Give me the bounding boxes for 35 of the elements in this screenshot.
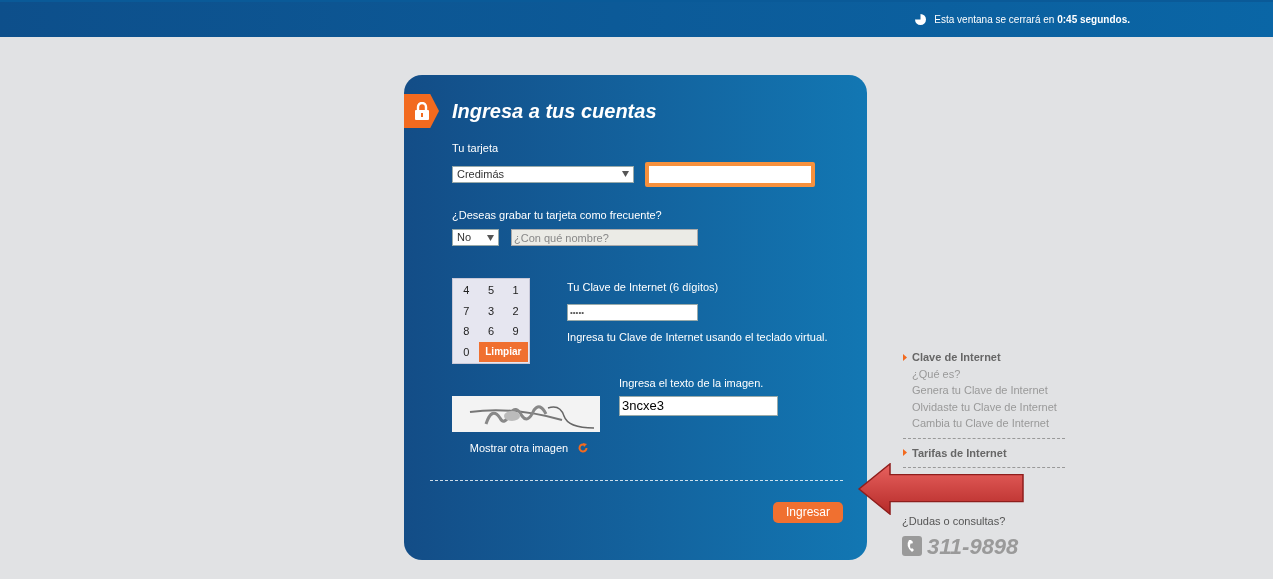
keypad-key[interactable]: 2 xyxy=(503,300,528,321)
frequent-select[interactable]: No xyxy=(452,229,499,246)
help-phone: 311-9898 xyxy=(927,532,1019,561)
field-label: Tu tarjeta xyxy=(452,141,500,156)
field-label: Ingresa el texto de la imagen. xyxy=(619,376,765,391)
phone-icon xyxy=(902,536,922,556)
password-field[interactable]: ••••• xyxy=(567,303,698,321)
caret-icon xyxy=(622,171,629,177)
panel-title: Ingresa a tus cuentas xyxy=(452,99,658,124)
refresh-link[interactable]: Mostrar otra imagen xyxy=(469,440,569,457)
help-question: ¿Dudas o consultas? xyxy=(902,514,1007,529)
timer-icon xyxy=(915,14,927,25)
card-number-field[interactable] xyxy=(645,161,815,187)
keypad-key[interactable]: 4 xyxy=(454,280,479,301)
keypad-key[interactable]: 7 xyxy=(454,300,479,321)
caret-icon xyxy=(487,234,494,241)
keypad-key[interactable]: 6 xyxy=(478,321,504,342)
countdown-message: Esta ventana se cerrará en 0:45 segundos. xyxy=(934,13,1130,27)
sidebar-heading[interactable]: Tarifas de Internet xyxy=(912,444,1007,461)
password-hint: Ingresa tu Clave de Internet usando el teclado virtual. xyxy=(567,329,828,345)
field-label: Tu Clave de Internet (6 dígitos) xyxy=(567,280,720,295)
keypad-key[interactable]: 9 xyxy=(503,321,528,342)
field-label: ¿Deseas grabar tu tarjeta como frecuente? xyxy=(452,207,663,223)
keypad-key[interactable]: 3 xyxy=(478,300,504,321)
card-type-select[interactable]: Credimás xyxy=(452,165,634,183)
bullet-icon xyxy=(903,353,907,361)
keypad-key[interactable]: 1 xyxy=(503,280,528,301)
nickname-field[interactable]: ¿Con qué nombre? xyxy=(511,229,698,246)
keypad-key[interactable]: 5 xyxy=(478,280,504,301)
keypad-key[interactable]: 8 xyxy=(454,321,479,342)
sidebar-heading[interactable]: Clave de Internet xyxy=(912,349,1001,366)
captcha-field[interactable]: 3ncxe3 xyxy=(619,395,778,416)
keypad-key[interactable]: 0 xyxy=(454,341,479,362)
bullet-icon xyxy=(903,449,907,457)
lock-badge xyxy=(404,94,439,128)
